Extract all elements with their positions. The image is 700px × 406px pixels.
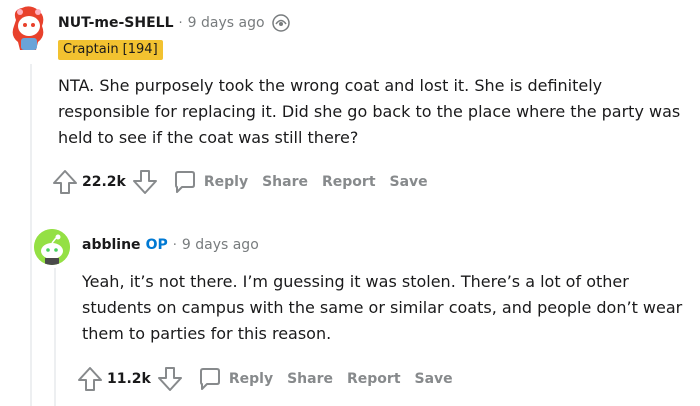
reply-label: Reply [228, 371, 274, 387]
avatar[interactable] [8, 6, 48, 52]
share-label: Share [287, 371, 333, 387]
report-label: Report [322, 174, 376, 190]
vote-score: 22.2k [82, 174, 126, 190]
comment-bubble-icon [172, 169, 198, 195]
timestamp[interactable]: 9 days ago [188, 15, 265, 31]
comment-actions: 11.2k Reply Share Report Save [77, 365, 453, 393]
op-badge: OP [145, 237, 168, 253]
comment-actions: 22.2k Reply Share Report Save [52, 168, 428, 196]
username[interactable]: NUT-me-SHELL [58, 15, 174, 31]
save-button[interactable]: Save [390, 174, 428, 190]
downvote-arrow-icon[interactable] [132, 168, 158, 196]
save-button[interactable]: Save [415, 371, 453, 387]
downvote-arrow-icon[interactable] [157, 365, 183, 393]
comment-bubble-icon [197, 366, 223, 392]
share-label: Share [262, 174, 308, 190]
separator: · [178, 15, 183, 31]
comment-body: Yeah, it’s not there. I’m guessing it wa… [82, 272, 683, 343]
report-button[interactable]: Report [322, 174, 376, 190]
reply-button[interactable]: Reply [172, 169, 248, 195]
comment-body: NTA. She purposely took the wrong coat a… [58, 76, 681, 147]
snoo-avatar-icon [12, 6, 44, 50]
save-label: Save [414, 371, 453, 387]
thread-line[interactable] [30, 64, 32, 406]
upvote-arrow-icon[interactable] [77, 365, 103, 393]
vote-score: 11.2k [107, 371, 151, 387]
share-button[interactable]: Share [262, 174, 308, 190]
username[interactable]: abbline [82, 237, 141, 253]
thread-line-nested[interactable] [54, 268, 56, 406]
user-flair: Craptain [194] [58, 40, 163, 60]
award-icon[interactable] [271, 13, 291, 33]
report-button[interactable]: Report [347, 371, 401, 387]
timestamp[interactable]: 9 days ago [182, 237, 259, 253]
snoo-avatar-icon [34, 229, 70, 265]
avatar[interactable] [34, 229, 70, 265]
reply-label: Reply [203, 174, 249, 190]
share-button[interactable]: Share [287, 371, 333, 387]
comment-meta: NUT-me-SHELL · 9 days ago [58, 13, 291, 33]
comment-meta: abbline OP · 9 days ago [82, 237, 259, 253]
separator: · [172, 237, 177, 253]
report-label: Report [347, 371, 401, 387]
upvote-arrow-icon[interactable] [52, 168, 78, 196]
reply-button[interactable]: Reply [197, 366, 273, 392]
save-label: Save [389, 174, 428, 190]
